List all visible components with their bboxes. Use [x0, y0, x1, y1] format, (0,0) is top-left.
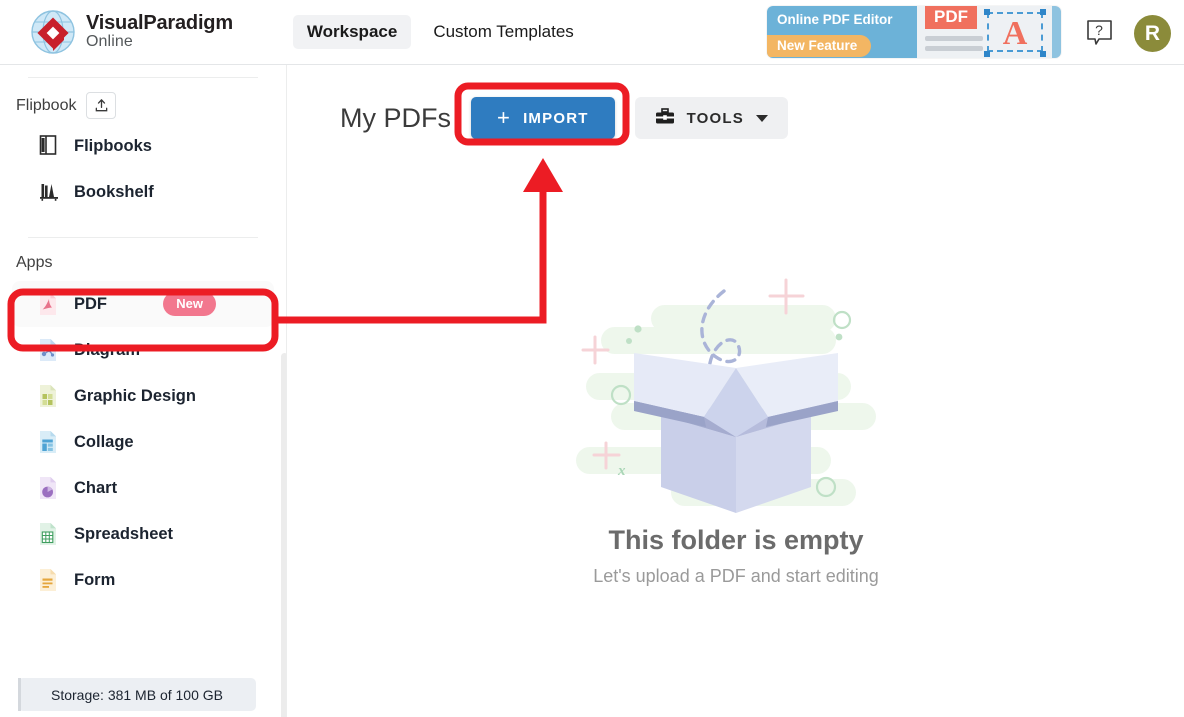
tools-button-label: TOOLS	[686, 109, 744, 127]
sidebar-item-collage[interactable]: Collage	[12, 419, 274, 465]
empty-state: x x	[288, 265, 1184, 587]
promo-right-panel: PDF A	[917, 6, 1061, 58]
book-icon	[38, 134, 60, 158]
promo-letter-a: A	[987, 12, 1043, 52]
promo-handle-dot	[1040, 51, 1046, 57]
sidebar-item-spreadsheet[interactable]: Spreadsheet	[12, 511, 274, 557]
sidebar-section-flipbook: Flipbook	[0, 78, 286, 123]
tab-custom-templates[interactable]: Custom Templates	[419, 15, 587, 49]
sidebar-item-label: Diagram	[74, 340, 141, 359]
sidebar-item-graphic-design[interactable]: Graphic Design	[12, 373, 274, 419]
promo-text-line	[925, 36, 983, 41]
sidebar-item-label: Graphic Design	[74, 386, 196, 405]
svg-text:?: ?	[1095, 22, 1103, 38]
user-avatar[interactable]: R	[1134, 15, 1171, 52]
empty-state-title: This folder is empty	[608, 525, 864, 555]
upload-icon[interactable]	[86, 92, 117, 119]
promo-handle-dot	[1040, 9, 1046, 15]
promo-new-feature-badge: New Feature	[767, 35, 872, 57]
sidebar-item-bookshelf[interactable]: Bookshelf	[12, 169, 274, 215]
brand-logo-area[interactable]: VisualParadigm Online	[30, 9, 233, 55]
promo-title: Online PDF Editor	[777, 12, 893, 27]
sidebar-item-chart[interactable]: Chart	[12, 465, 274, 511]
import-button-label: IMPORT	[523, 109, 589, 127]
brand-text: VisualParadigm Online	[86, 13, 233, 51]
status-badge-new: New	[163, 292, 216, 316]
graphic-design-file-icon	[38, 384, 60, 408]
storage-indicator[interactable]: Storage: 381 MB of 100 GB	[18, 678, 256, 711]
empty-box-illustration: x x	[288, 265, 1184, 515]
promo-handle-dot	[984, 51, 990, 57]
main-content: My PDFs + IMPORT TOOLS x This folder is …	[288, 65, 1184, 717]
promo-banner-online-pdf-editor[interactable]: Online PDF Editor New Feature PDF A	[767, 6, 1061, 58]
sidebar-item-label: Chart	[74, 478, 118, 497]
toolbox-icon	[655, 107, 675, 129]
form-file-icon	[38, 568, 60, 592]
main-toolbar: My PDFs + IMPORT TOOLS	[288, 65, 1184, 139]
pdf-file-icon	[38, 292, 60, 316]
promo-left-panel: Online PDF Editor New Feature	[767, 6, 917, 58]
diagram-file-icon	[38, 338, 60, 362]
sidebar-item-pdf[interactable]: PDF New	[12, 281, 274, 327]
import-button[interactable]: + IMPORT	[471, 97, 615, 139]
sidebar-section-label-flipbook: Flipbook	[16, 96, 77, 114]
header-tabs: Workspace Custom Templates	[292, 15, 588, 49]
storage-usage-bar	[18, 678, 21, 711]
sidebar-section-label-apps: Apps	[16, 254, 53, 271]
sidebar-item-label: Bookshelf	[74, 182, 154, 201]
promo-pdf-tag: PDF	[925, 6, 977, 29]
page-title: My PDFs	[340, 102, 451, 133]
empty-state-subtitle: Let's upload a PDF and start editing	[593, 566, 879, 586]
sidebar-item-label: Spreadsheet	[74, 524, 174, 543]
globe-diamond-logo-icon	[30, 9, 76, 55]
help-question-icon[interactable]: ?	[1085, 18, 1114, 47]
app-root: VisualParadigm Online Workspace Custom T…	[0, 0, 1184, 717]
spreadsheet-file-icon	[38, 522, 60, 546]
sidebar-item-label: Form	[74, 570, 116, 589]
promo-edge-strip	[1052, 6, 1061, 58]
promo-text-line	[925, 46, 983, 51]
sidebar-item-label: Flipbooks	[74, 136, 152, 155]
brand-name: VisualParadigm	[86, 12, 233, 35]
bookshelf-icon	[38, 180, 60, 204]
chevron-down-icon	[756, 114, 768, 122]
sidebar-item-form[interactable]: Form	[12, 557, 274, 603]
sidebar: Flipbook Flipbooks Bookshelf Apps PDF Ne…	[0, 65, 287, 717]
sidebar-item-label: Collage	[74, 432, 134, 451]
chart-file-icon	[38, 476, 60, 500]
brand-subtitle: Online	[86, 33, 133, 51]
tools-button[interactable]: TOOLS	[634, 97, 788, 139]
collage-file-icon	[38, 430, 60, 454]
sidebar-item-diagram[interactable]: Diagram	[12, 327, 274, 373]
sidebar-scrollbar[interactable]	[281, 353, 286, 717]
storage-label: Storage: 381 MB of 100 GB	[51, 686, 223, 703]
promo-handle-dot	[984, 9, 990, 15]
sidebar-item-flipbooks[interactable]: Flipbooks	[12, 123, 274, 169]
tab-workspace[interactable]: Workspace	[292, 15, 412, 49]
top-bar: VisualParadigm Online Workspace Custom T…	[0, 0, 1184, 65]
plus-icon: +	[497, 105, 512, 130]
svg-text:x: x	[617, 463, 626, 479]
sidebar-item-label: PDF	[74, 294, 107, 313]
